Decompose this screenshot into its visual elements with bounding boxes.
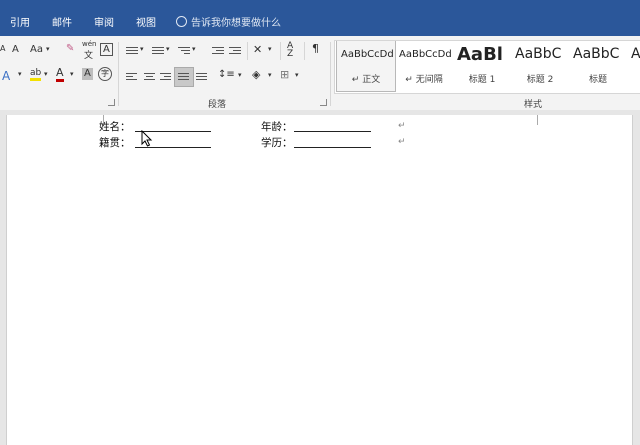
style-sample: AaBl bbox=[457, 44, 503, 65]
distributed-icon[interactable] bbox=[196, 71, 207, 83]
font-size-up-button[interactable]: A bbox=[12, 44, 19, 55]
style-name: 标题 1 bbox=[468, 75, 496, 85]
document-area: 姓名： 年龄： ↵ 籍贯： 学历： ↵ bbox=[0, 110, 640, 445]
tab-view[interactable]: 视图 bbox=[136, 14, 156, 29]
document-page[interactable]: 姓名： 年龄： ↵ 籍贯： 学历： ↵ bbox=[6, 115, 633, 445]
chevron-down-icon: ▾ bbox=[268, 71, 272, 79]
name-label: 姓名： bbox=[99, 121, 131, 133]
styles-group-label: 样式 bbox=[524, 100, 543, 110]
style-name: 副 bbox=[627, 72, 640, 85]
style-sample: AaBbCcDd bbox=[399, 49, 452, 60]
phonetic-guide-char: 文 bbox=[84, 51, 94, 61]
age-label: 年龄： bbox=[261, 121, 293, 133]
change-case-button[interactable]: Aa bbox=[30, 44, 43, 55]
chevron-down-icon: ▾ bbox=[238, 71, 242, 79]
native-place-label: 籍贯： bbox=[99, 137, 131, 149]
align-center-icon[interactable] bbox=[144, 71, 155, 83]
style-sample: Aa bbox=[631, 46, 640, 62]
shading-icon[interactable]: ◈ bbox=[252, 68, 260, 81]
text-effects-icon[interactable]: A bbox=[2, 69, 10, 83]
character-shading-button[interactable]: A bbox=[82, 68, 93, 80]
group-separator bbox=[247, 42, 248, 60]
paragraph-mark: ↵ bbox=[398, 137, 406, 147]
chevron-down-icon: ▾ bbox=[46, 45, 50, 53]
style-no-spacing[interactable]: AaBbCcDd ↵ 无间隔 bbox=[395, 41, 453, 91]
ribbon: A A Aa ▾ ✎ wén 文 A A ▾ ab ▾ A ▾ A 字 ▾ ▾ … bbox=[0, 36, 640, 111]
multilevel-list-icon[interactable] bbox=[178, 45, 190, 57]
highlight-color-button[interactable]: ab bbox=[30, 68, 42, 81]
style-subtitle[interactable]: Aa 副 bbox=[627, 41, 640, 91]
age-blank[interactable] bbox=[294, 131, 371, 132]
tab-mailings[interactable]: 邮件 bbox=[52, 14, 72, 29]
style-name: 标题 2 bbox=[526, 75, 554, 85]
align-left-icon[interactable] bbox=[126, 71, 137, 83]
style-name: ↵ 正文 bbox=[351, 75, 381, 85]
style-heading-1[interactable]: AaBl 标题 1 bbox=[453, 41, 511, 91]
chevron-down-icon: ▾ bbox=[44, 70, 48, 78]
group-separator bbox=[280, 42, 281, 60]
sort-icon[interactable]: AZ bbox=[287, 42, 293, 59]
show-marks-icon[interactable]: ¶ bbox=[312, 42, 319, 55]
character-border-button[interactable]: A bbox=[100, 43, 113, 56]
education-blank[interactable] bbox=[294, 147, 371, 148]
borders-icon[interactable]: ⊞ bbox=[280, 68, 289, 81]
font-size-down-button[interactable]: A bbox=[0, 44, 5, 53]
tab-references[interactable]: 引用 bbox=[10, 14, 30, 29]
font-dialog-launcher-icon[interactable] bbox=[108, 99, 115, 106]
style-sample: AaBbC bbox=[573, 46, 620, 62]
paragraph-mark: ↵ bbox=[398, 121, 406, 131]
justify-icon bbox=[178, 71, 189, 83]
group-separator bbox=[304, 42, 305, 60]
style-normal[interactable]: AaBbCcDd ↵ 正文 bbox=[336, 41, 396, 92]
group-separator bbox=[118, 42, 119, 106]
style-name: ↵ 无间隔 bbox=[405, 75, 443, 85]
ribbon-tab-bar: 引用 邮件 审阅 视图 告诉我你想要做什么 bbox=[0, 0, 640, 36]
paragraph-dialog-launcher-icon[interactable] bbox=[320, 99, 327, 106]
tab-review[interactable]: 审阅 bbox=[94, 14, 114, 29]
asian-layout-icon[interactable]: ✕ bbox=[253, 43, 262, 56]
line-spacing-icon[interactable]: ↕≡ bbox=[218, 69, 235, 80]
native-place-blank[interactable] bbox=[135, 147, 211, 148]
lightbulb-icon bbox=[176, 16, 187, 27]
paragraph-group-label: 段落 bbox=[208, 100, 227, 110]
justify-button[interactable] bbox=[174, 67, 194, 87]
style-sample: AaBbCcDd bbox=[341, 49, 394, 60]
chevron-down-icon: ▾ bbox=[140, 45, 144, 53]
tell-me-text: 告诉我你想要做什么 bbox=[191, 18, 281, 29]
decrease-indent-icon[interactable] bbox=[212, 45, 224, 57]
enclose-characters-button[interactable]: 字 bbox=[98, 67, 112, 81]
phonetic-guide-button[interactable]: wén bbox=[82, 40, 96, 48]
education-label: 学历： bbox=[261, 137, 293, 149]
align-right-icon[interactable] bbox=[160, 71, 171, 83]
styles-gallery: AaBbCcDd ↵ 正文 AaBbCcDd ↵ 无间隔 AaBl 标题 1 A… bbox=[334, 40, 640, 94]
clear-formatting-icon[interactable]: ✎ bbox=[66, 43, 74, 54]
style-sample: AaBbC bbox=[515, 46, 562, 62]
chevron-down-icon: ▾ bbox=[18, 70, 22, 78]
tell-me-search[interactable]: 告诉我你想要做什么 bbox=[176, 14, 281, 29]
numbering-icon[interactable] bbox=[152, 45, 164, 57]
bullets-icon[interactable] bbox=[126, 45, 138, 57]
style-title[interactable]: AaBbC 标题 bbox=[569, 41, 627, 91]
chevron-down-icon: ▾ bbox=[166, 45, 170, 53]
mouse-pointer-icon bbox=[141, 130, 153, 147]
chevron-down-icon: ▾ bbox=[295, 71, 299, 79]
chevron-down-icon: ▾ bbox=[192, 45, 196, 53]
font-color-button[interactable]: A bbox=[56, 67, 64, 82]
margin-marker bbox=[537, 115, 548, 125]
style-name: 标题 bbox=[588, 75, 607, 85]
style-heading-2[interactable]: AaBbC 标题 2 bbox=[511, 41, 569, 91]
chevron-down-icon: ▾ bbox=[70, 70, 74, 78]
group-separator bbox=[330, 42, 331, 106]
increase-indent-icon[interactable] bbox=[229, 45, 241, 57]
chevron-down-icon: ▾ bbox=[268, 45, 272, 53]
